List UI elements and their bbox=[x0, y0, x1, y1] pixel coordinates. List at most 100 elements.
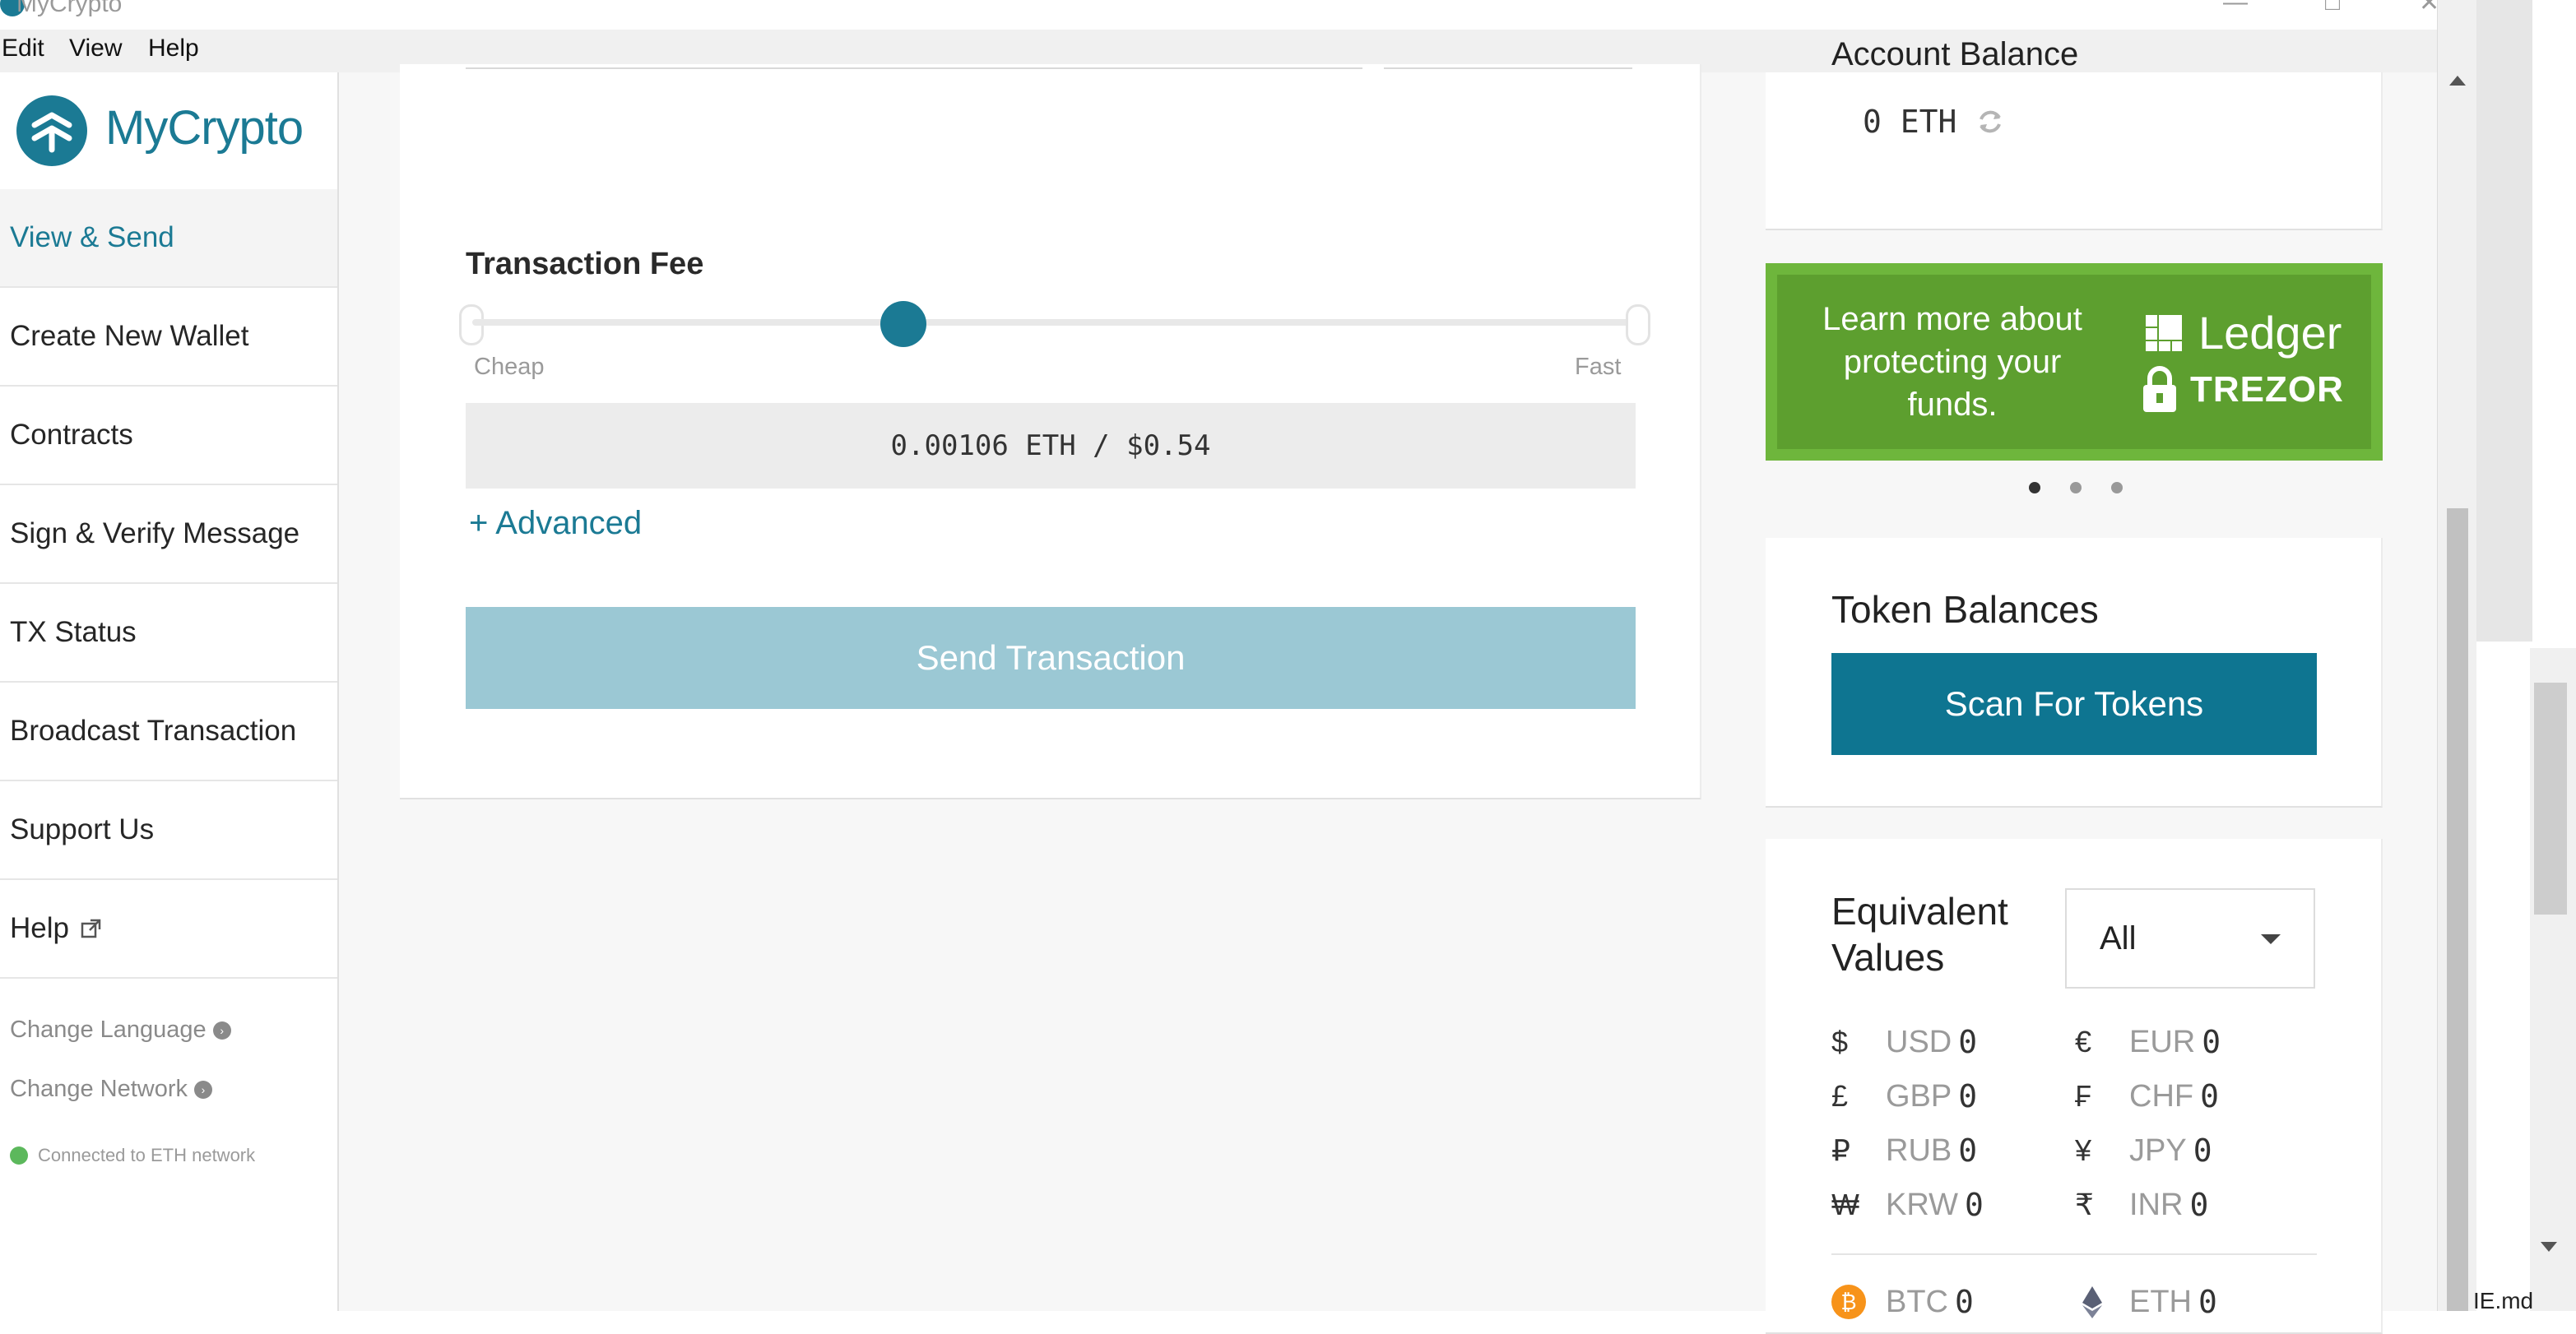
window-title: MyCrypto bbox=[16, 0, 123, 17]
send-transaction-button[interactable]: Send Transaction bbox=[466, 607, 1636, 709]
trezor-logo: TREZOR bbox=[2141, 365, 2344, 415]
menu-view[interactable]: View bbox=[69, 35, 122, 63]
currency-amount: 0 bbox=[1958, 1078, 1978, 1114]
sidebar-item-view-send[interactable]: View & Send bbox=[0, 189, 337, 288]
bitcoin-icon: ₿ bbox=[1831, 1285, 1866, 1319]
currency-code: GBP bbox=[1886, 1078, 1952, 1114]
currency-amount: 0 bbox=[2189, 1187, 2209, 1223]
sidebar: MyCrypto View & Send Create New Wallet C… bbox=[0, 72, 339, 1311]
fee-slider-handle[interactable] bbox=[880, 301, 926, 347]
currency-amount: 0 bbox=[2198, 1284, 2217, 1320]
arrow-right-icon: › bbox=[194, 1080, 212, 1099]
currency-code: CHF bbox=[2129, 1078, 2194, 1114]
logo[interactable]: MyCrypto bbox=[0, 72, 337, 191]
currency-amount: 0 bbox=[1955, 1284, 1974, 1320]
carousel-dot-3[interactable] bbox=[2111, 482, 2123, 493]
hardware-wallet-promo[interactable]: Learn more about protecting your funds. … bbox=[1766, 263, 2383, 461]
currency-amount: 0 bbox=[2200, 1078, 2219, 1114]
lock-icon bbox=[2143, 366, 2176, 412]
logo-text: MyCrypto bbox=[105, 101, 304, 155]
scan-for-tokens-button[interactable]: Scan For Tokens bbox=[1831, 653, 2317, 755]
carousel-dot-1[interactable] bbox=[2029, 482, 2040, 493]
currency-row-usd: $ USD 0 bbox=[1831, 1021, 1977, 1063]
slider-max-label: Fast bbox=[1575, 354, 1622, 380]
carousel-dot-2[interactable] bbox=[2070, 482, 2082, 493]
currency-code: ETH bbox=[2129, 1284, 2192, 1319]
currency-code: EUR bbox=[2129, 1024, 2196, 1059]
currency-row-chf: ₣ CHF 0 bbox=[2075, 1076, 2219, 1117]
sidebar-item-label: Broadcast Transaction bbox=[10, 715, 297, 747]
currency-amount: 0 bbox=[1958, 1133, 1978, 1169]
eur-symbol: € bbox=[2075, 1025, 2092, 1058]
menu-edit[interactable]: Edit bbox=[2, 35, 44, 63]
currency-code: RUB bbox=[1886, 1133, 1952, 1168]
account-balance-value: 0 ETH bbox=[1863, 104, 2006, 140]
menu-help[interactable]: Help bbox=[148, 35, 199, 63]
scrollbar-thumb[interactable] bbox=[2447, 508, 2468, 1311]
change-network-link[interactable]: Change Network › bbox=[10, 1076, 212, 1103]
currency-row-inr: ₹ INR 0 bbox=[2075, 1184, 2208, 1225]
sidebar-item-create-wallet[interactable]: Create New Wallet bbox=[0, 288, 337, 387]
usd-symbol: $ bbox=[1831, 1025, 1849, 1058]
maximize-button[interactable]: □ bbox=[2325, 0, 2340, 16]
background-window-text: IE.md bbox=[2473, 1288, 2534, 1313]
fee-value-display: 0.00106 ETH / $0.54 bbox=[466, 403, 1636, 489]
equivalent-values-card: Equivalent Values All $ USD 0 € EUR 0 £ … bbox=[1766, 839, 2383, 1334]
promo-text: Learn more about protecting your funds. bbox=[1822, 301, 2082, 423]
sidebar-item-sign-verify[interactable]: Sign & Verify Message bbox=[0, 485, 337, 584]
sidebar-item-tx-status[interactable]: TX Status bbox=[0, 584, 337, 683]
token-balances-card: Token Balances Scan For Tokens bbox=[1766, 538, 2383, 808]
trezor-label: TREZOR bbox=[2190, 369, 2344, 410]
sidebar-item-broadcast[interactable]: Broadcast Transaction bbox=[0, 683, 337, 781]
currency-row-krw: ₩ KRW 0 bbox=[1831, 1184, 1984, 1225]
sidebar-item-label: Create New Wallet bbox=[10, 320, 249, 352]
currency-code: JPY bbox=[2129, 1133, 2187, 1168]
scroll-down-arrow-icon[interactable] bbox=[2541, 1242, 2557, 1252]
krw-symbol: ₩ bbox=[1831, 1188, 1859, 1221]
unit-select-edge[interactable] bbox=[1384, 64, 1632, 69]
inr-symbol: ₹ bbox=[2075, 1188, 2094, 1221]
sidebar-item-help[interactable]: Help bbox=[0, 880, 337, 979]
currency-amount: 0 bbox=[2202, 1024, 2221, 1060]
transaction-fee-label: Transaction Fee bbox=[466, 247, 704, 281]
fee-slider-track[interactable] bbox=[472, 319, 1641, 326]
network-status: Connected to ETH network bbox=[10, 1145, 255, 1166]
refresh-icon[interactable] bbox=[1975, 106, 2006, 137]
currency-code: BTC bbox=[1886, 1284, 1948, 1319]
currency-row-jpy: ¥ JPY 0 bbox=[2075, 1130, 2212, 1171]
change-network-label: Change Network bbox=[10, 1076, 188, 1102]
currency-code: KRW bbox=[1886, 1187, 1958, 1222]
ledger-icon bbox=[2146, 314, 2182, 351]
token-balances-title: Token Balances bbox=[1831, 588, 2099, 631]
mycrypto-logo-icon bbox=[16, 95, 87, 166]
external-link-icon bbox=[81, 919, 101, 938]
currency-code: INR bbox=[2129, 1187, 2184, 1222]
ledger-label: Ledger bbox=[2198, 307, 2342, 359]
sidebar-item-contracts[interactable]: Contracts bbox=[0, 387, 337, 485]
sidebar-item-label: Help bbox=[10, 912, 69, 944]
main-scrollbar[interactable] bbox=[2437, 0, 2477, 1311]
slider-end-cap bbox=[1626, 304, 1650, 345]
currency-filter-select[interactable]: All bbox=[2065, 888, 2315, 989]
currency-amount: 0 bbox=[1964, 1187, 1984, 1223]
change-language-link[interactable]: Change Language › bbox=[10, 1017, 231, 1044]
sidebar-item-support[interactable]: Support Us bbox=[0, 781, 337, 880]
advanced-toggle[interactable]: + Advanced bbox=[469, 505, 642, 542]
currency-amount: 0 bbox=[2193, 1133, 2212, 1169]
gbp-symbol: £ bbox=[1831, 1079, 1849, 1113]
sidebar-item-label: Sign & Verify Message bbox=[10, 517, 300, 549]
amount-input-edge[interactable] bbox=[466, 64, 1362, 69]
account-balance-card: Account Balance 0 ETH bbox=[1766, 36, 2383, 230]
rub-symbol: ₽ bbox=[1831, 1133, 1850, 1167]
equivalent-values-title: Equivalent Values bbox=[1831, 890, 2008, 979]
divider bbox=[1831, 1253, 2317, 1255]
minimize-button[interactable]: — bbox=[2223, 0, 2248, 16]
chevron-down-icon bbox=[2261, 934, 2281, 944]
currency-code: USD bbox=[1886, 1024, 1952, 1059]
currency-filter-value: All bbox=[2100, 919, 2137, 956]
scroll-up-arrow-icon[interactable] bbox=[2449, 76, 2466, 86]
background-scrollbar-thumb[interactable] bbox=[2534, 683, 2567, 915]
network-status-label: Connected to ETH network bbox=[38, 1145, 256, 1165]
crypto-row-eth: ETH 0 bbox=[2075, 1281, 2217, 1322]
sidebar-item-label: View & Send bbox=[10, 221, 174, 253]
